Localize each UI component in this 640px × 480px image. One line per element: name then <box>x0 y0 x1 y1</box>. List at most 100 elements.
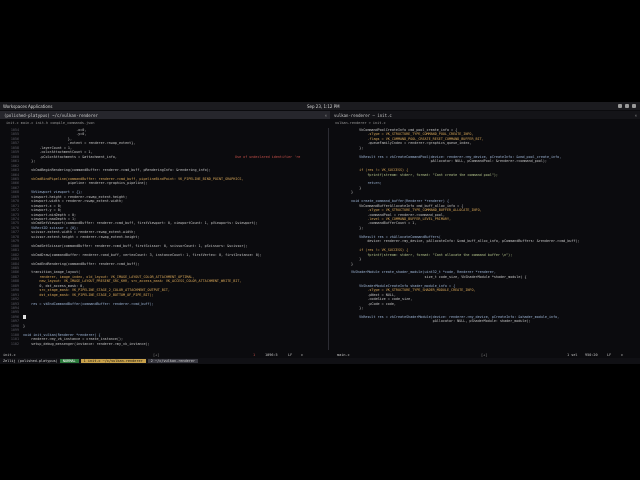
code-line[interactable] <box>331 266 637 270</box>
right-buffer-breadcrumb[interactable]: vulkan-renderer > init.c <box>335 121 386 125</box>
code-line[interactable]: 1061 }; <box>3 159 325 163</box>
code-line[interactable]: 1094 <box>3 306 325 310</box>
code-line[interactable]: 1081 <box>3 248 325 252</box>
code-line[interactable]: 1102 setup_debug_messenger(instance: ren… <box>3 342 325 346</box>
code-line[interactable]: .pNext = NULL, <box>331 293 637 297</box>
code-line[interactable]: VkResult res = vkAllocateCommandBuffers( <box>331 235 637 239</box>
code-line[interactable]: 1084 vkCmdEndRendering(commandBuffer: re… <box>3 262 325 266</box>
zellij-tab-1[interactable]: 1 init.c ~/c/vulkan-renderer <box>80 359 146 363</box>
code-line[interactable] <box>331 230 637 234</box>
code-line[interactable]: fprintf(stream: stderr, format: "Cant cr… <box>331 173 637 177</box>
applications-button[interactable]: Applications <box>28 104 52 109</box>
code-line[interactable]: size_t code_size, VkShaderModule *shader… <box>331 275 637 279</box>
code-line[interactable]: 1090 src_stage_mask: VK_PIPELINE_STAGE_2… <box>3 288 325 292</box>
code-line[interactable]: 1074 viewport.maxDepth = 1; <box>3 217 325 221</box>
code-line[interactable]: 1071 viewport.x = 0; <box>3 204 325 208</box>
code-line[interactable]: 1087 renderer, image_index, old_layout: … <box>3 275 325 279</box>
code-line[interactable]: }; <box>331 226 637 230</box>
code-line[interactable]: 1063 vkCmdBeginRendering(commandBuffer: … <box>3 168 325 172</box>
code-line[interactable]: 1085 <box>3 266 325 270</box>
code-line[interactable]: pAllocator: NULL, pShaderModule: shader_… <box>331 319 637 323</box>
code-line[interactable]: 1065 vkCmdBindPipeline(commandBuffer: re… <box>3 177 325 181</box>
code-line[interactable]: 1086 transition_image_layout( <box>3 270 325 274</box>
code-line[interactable]: 1072 viewport.y = 0; <box>3 208 325 212</box>
zellij-tab-2[interactable]: 2 ~/c/vulkan-renderer <box>147 359 199 363</box>
code-line[interactable]: device: renderer->my_device, pAllocateIn… <box>331 239 637 243</box>
code-line[interactable]: }; <box>331 306 637 310</box>
code-line[interactable]: .sType = VK_STRUCTURE_TYPE_COMMAND_BUFFE… <box>331 208 637 212</box>
code-line[interactable] <box>331 310 637 314</box>
right-editor-pane[interactable]: VkCommandPoolCreateInfo cmd_pool_create_… <box>331 128 637 350</box>
code-line[interactable]: } <box>331 190 637 194</box>
code-line[interactable]: 1066 pipeline: renderer->graphics_pipeli… <box>3 181 325 185</box>
code-line[interactable]: .level = VK_COMMAND_BUFFER_LEVEL_PRIMARY… <box>331 217 637 221</box>
code-line[interactable]: if (res != VK_SUCCESS) { <box>331 248 637 252</box>
left-editor-pane[interactable]: 1054 .x=0, 1055 .y=0, 1056 }, 1057 .extent … <box>3 128 325 350</box>
code-line[interactable]: 1100 void init_vulkan(Renderer *renderer)… <box>3 333 325 337</box>
code-line[interactable]: VkShaderModuleCreateInfo shader_module_i… <box>331 284 637 288</box>
code-line[interactable] <box>331 279 637 283</box>
code-line[interactable]: 1056 }, <box>3 137 325 141</box>
code-line[interactable]: void create_command_buffer(Renderer *ren… <box>331 199 637 203</box>
terminal-tab-2[interactable]: vulkan-renderer — init.c × <box>330 111 640 119</box>
code-line[interactable]: 1062 <box>3 164 325 168</box>
workspaces-button[interactable]: Workspaces <box>3 104 27 109</box>
code-line[interactable]: VkCommandPoolCreateInfo cmd_pool_create_… <box>331 128 637 132</box>
code-line[interactable]: 1068 VkViewport viewport = {}; <box>3 190 325 194</box>
code-line[interactable]: .queueFamilyIndex = renderer->graphics_q… <box>331 141 637 145</box>
terminal-tab-1[interactable]: (polished-platypus) ~/c/vulkan-renderer … <box>0 111 330 119</box>
code-line[interactable]: } <box>331 186 637 190</box>
code-line[interactable]: 1077 scissor.extent.width = renderer->sw… <box>3 230 325 234</box>
code-line[interactable]: 1088 new_layout: VK_IMAGE_LAYOUT_PRESENT… <box>3 279 325 283</box>
code-line[interactable]: 1099 <box>3 328 325 332</box>
code-line[interactable] <box>331 150 637 154</box>
code-line[interactable]: 1075 vkCmdSetViewport(commandBuffer: ren… <box>3 221 325 225</box>
code-line[interactable]: return; <box>331 181 637 185</box>
code-line[interactable]: 1073 viewport.minDepth = 0; <box>3 213 325 217</box>
code-line[interactable]: 1093 res = vkEndCommandBuffer(commandBuf… <box>3 302 325 306</box>
code-line[interactable]: .commandPool = renderer->command_pool, <box>331 213 637 217</box>
code-line[interactable]: 1054 .x=0, <box>3 128 325 132</box>
code-line[interactable]: VkCommandBufferAllocateInfo cmd_buff_all… <box>331 204 637 208</box>
code-line[interactable]: 1101 renderer->my_vk_instance = create_i… <box>3 337 325 341</box>
code-line[interactable]: 1076 VkRect2D scissor = {0}; <box>3 226 325 230</box>
code-line[interactable]: 1091 dst_stage_mask: VK_PIPELINE_STAGE_2… <box>3 293 325 297</box>
code-line[interactable]: 1098} <box>3 324 325 328</box>
close-icon[interactable]: × <box>635 113 637 118</box>
code-line[interactable] <box>331 244 637 248</box>
code-line[interactable]: 1059 .colorAttachmentCount = 1, <box>3 150 325 154</box>
code-line[interactable]: 1067 <box>3 186 325 190</box>
code-line[interactable]: 1069 viewport.height = renderer->swap_ex… <box>3 195 325 199</box>
code-line[interactable]: pAllocator: NULL, pCommandPool: &rendere… <box>331 159 637 163</box>
code-line[interactable]: .sType = VK_STRUCTURE_TYPE_COMMAND_POOL_… <box>331 132 637 136</box>
volume-icon[interactable] <box>625 104 629 108</box>
close-icon[interactable]: × <box>325 113 327 118</box>
code-line[interactable]: 1057 .extent = renderer->swap_extent}, <box>3 141 325 145</box>
code-line[interactable]: 1070 viewport.width = renderer->swap_ext… <box>3 199 325 203</box>
network-icon[interactable] <box>618 104 622 108</box>
code-line[interactable]: 1089 0, dst_access_mask: 0, <box>3 284 325 288</box>
code-line[interactable]: }; <box>331 146 637 150</box>
code-line[interactable]: .codeSize = code_size, <box>331 297 637 301</box>
code-line[interactable]: 1097 <box>3 319 325 323</box>
code-line[interactable]: 1055 .y=0, <box>3 132 325 136</box>
code-line[interactable]: 1079 <box>3 239 325 243</box>
code-line[interactable]: 1095 <box>3 310 325 314</box>
code-line[interactable] <box>331 177 637 181</box>
code-line[interactable]: 1083 <box>3 257 325 261</box>
code-line[interactable]: 1096 <box>3 314 325 319</box>
code-line[interactable]: 1082 vkCmdDraw(commandBuffer: renderer->… <box>3 253 325 257</box>
pane-divider[interactable] <box>328 128 329 350</box>
code-line[interactable] <box>331 195 637 199</box>
code-line[interactable]: 1080 vkCmdSetScissor(commandBuffer: rend… <box>3 244 325 248</box>
power-icon[interactable] <box>632 104 636 108</box>
code-line[interactable]: .commandBufferCount = 1, <box>331 221 637 225</box>
code-line[interactable]: 1064 <box>3 173 325 177</box>
code-line[interactable]: VkShaderModule create_shader_module(uint… <box>331 270 637 274</box>
code-line[interactable]: VkResult res = vkCreateShaderModule(devi… <box>331 315 637 319</box>
code-line[interactable]: 1058 .layerCount = 1, <box>3 146 325 150</box>
code-line[interactable]: fprintf(stream: stderr, format: "Cant al… <box>331 253 637 257</box>
code-line[interactable]: } <box>331 262 637 266</box>
code-line[interactable]: if (res != VK_SUCCESS) { <box>331 168 637 172</box>
code-line[interactable] <box>331 164 637 168</box>
